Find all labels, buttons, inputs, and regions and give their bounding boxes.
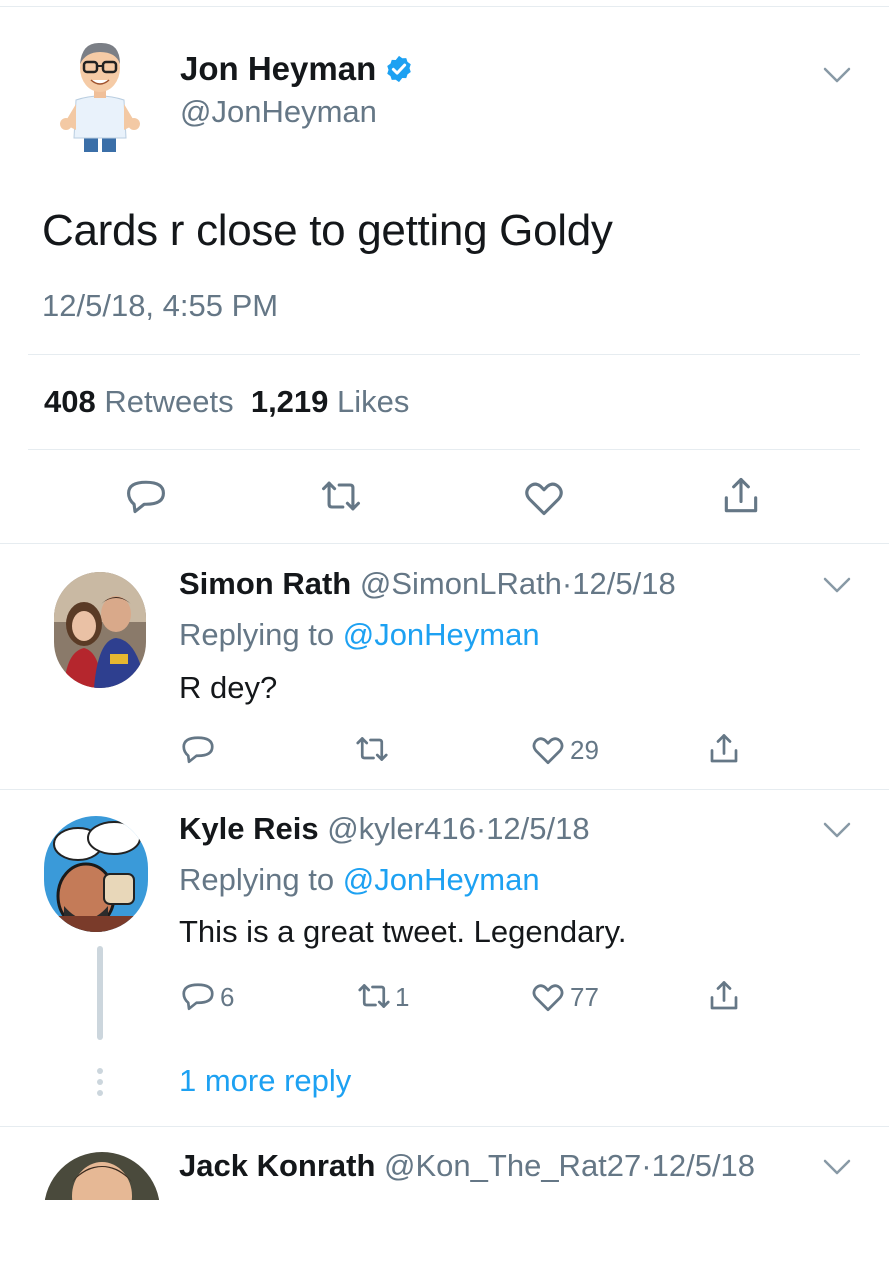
author-handle[interactable]: @SimonLRath [360,566,562,601]
retweet-icon[interactable] [354,731,390,767]
engagement-stats: 408 Retweets 1,219 Likes [44,384,409,420]
replying-to: Replying to @JonHeyman [179,862,540,898]
divider [28,354,860,355]
separator-dot: · [561,566,573,601]
retweets-label[interactable]: Retweets [104,384,233,419]
reply-text: This is a great tweet. Legendary. [179,914,627,949]
replying-to-label: Replying to [179,617,343,652]
replying-to-link[interactable]: @JonHeyman [343,617,540,652]
avatar[interactable] [56,38,144,154]
divider [28,449,860,450]
more-replies-dots [97,1068,103,1101]
author-handle[interactable]: @Kon_The_Rat27 [384,1148,641,1183]
like-count[interactable]: 29 [570,735,599,766]
author-handle[interactable]: @kyler416 [327,811,476,846]
like-icon[interactable] [522,476,566,520]
retweet-count[interactable]: 1 [395,982,409,1013]
author-name[interactable]: Kyle Reis [179,811,319,846]
retweet-icon[interactable] [319,474,363,518]
chevron-down-icon[interactable] [822,576,852,594]
reply-author[interactable]: Kyle Reis @kyler416·12/5/18 [179,811,590,847]
top-divider [0,6,889,7]
chevron-down-icon[interactable] [822,821,852,839]
reply-date[interactable]: 12/5/18 [486,811,589,846]
reply-icon[interactable] [124,474,168,518]
chevron-down-icon[interactable] [822,66,852,84]
reply-date[interactable]: 12/5/18 [572,566,675,601]
author-handle[interactable]: @JonHeyman [180,94,377,130]
likes-label[interactable]: Likes [337,384,409,419]
divider [0,789,889,790]
tweet-timestamp[interactable]: 12/5/18, 4:55 PM [42,288,278,324]
retweet-icon[interactable] [356,978,392,1014]
more-replies-link[interactable]: 1 more reply [179,1063,351,1099]
author-name[interactable]: Jon Heyman [180,50,414,88]
replying-to-link[interactable]: @JonHeyman [343,862,540,897]
separator-dot: · [641,1148,652,1183]
share-icon[interactable] [719,474,763,518]
avatar[interactable] [54,572,146,688]
divider [0,1126,889,1127]
divider [0,543,889,544]
author-name[interactable]: Simon Rath [179,566,351,601]
reply-text: R dey? [179,670,278,705]
like-icon[interactable] [530,979,566,1015]
tweet-text: Cards r close to getting Goldy [42,206,613,255]
replying-to-label: Replying to [179,862,343,897]
chevron-down-icon[interactable] [822,1158,852,1176]
retweets-count[interactable]: 408 [44,384,96,419]
share-icon[interactable] [706,731,742,767]
reply-author[interactable]: Jack Konrath @Kon_The_Rat27·12/5/18 [179,1148,755,1184]
separator-dot: · [475,811,487,846]
likes-count[interactable]: 1,219 [251,384,329,419]
thread-connector-line [97,946,103,1040]
reply-icon[interactable] [180,731,216,767]
reply-icon[interactable] [180,978,216,1014]
like-icon[interactable] [530,732,566,768]
avatar[interactable] [44,816,148,932]
reply-count[interactable]: 6 [220,982,234,1013]
like-count[interactable]: 77 [570,982,599,1013]
avatar[interactable] [44,1152,160,1268]
author-name-text[interactable]: Jon Heyman [180,50,376,88]
replying-to: Replying to @JonHeyman [179,617,540,653]
share-icon[interactable] [706,978,742,1014]
reply-author[interactable]: Simon Rath @SimonLRath·12/5/18 [179,566,676,602]
reply-date[interactable]: 12/5/18 [652,1148,755,1183]
author-name[interactable]: Jack Konrath [179,1148,375,1183]
verified-badge-icon [387,55,411,83]
